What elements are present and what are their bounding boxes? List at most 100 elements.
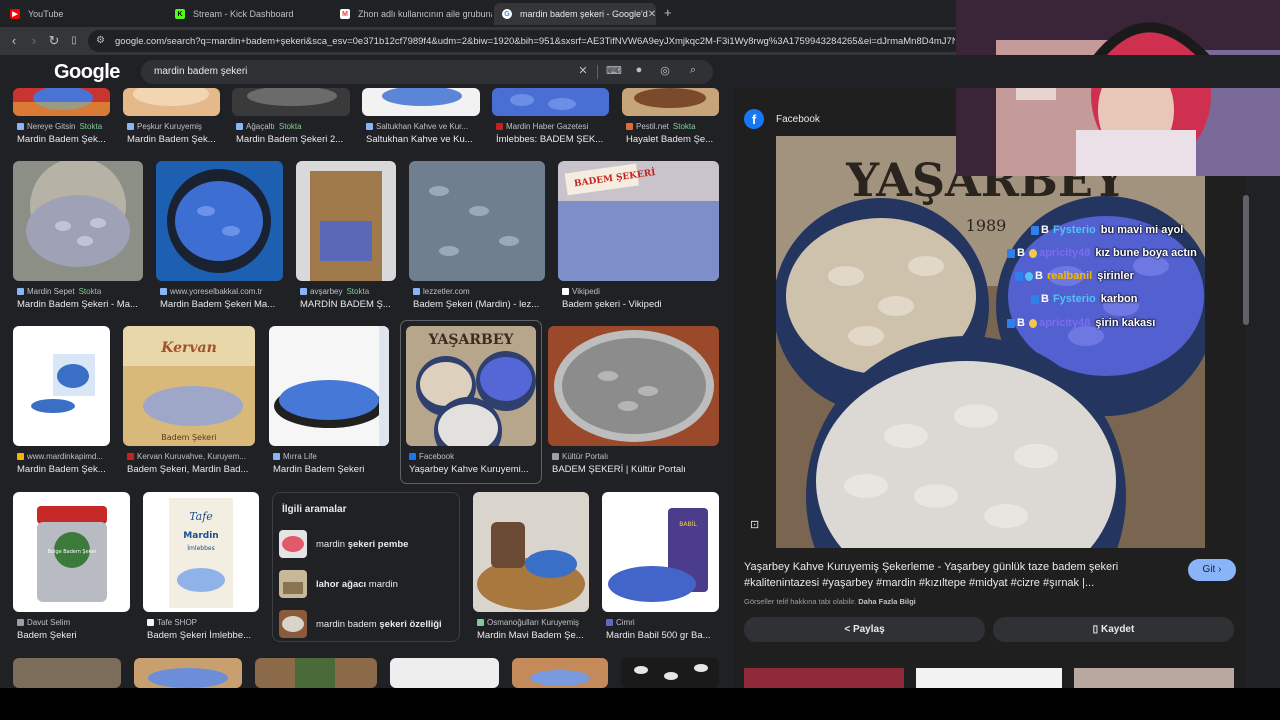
result-thumbnail[interactable]: YAŞARBEY: [406, 326, 536, 446]
result-card-selected[interactable]: YAŞARBEY Facebook Yaşarbey Kahve Kuruyem…: [400, 320, 542, 484]
tab-kick[interactable]: K Stream - Kick Dashboard: [167, 3, 332, 25]
result-thumbnail[interactable]: [409, 161, 545, 281]
visit-button[interactable]: Git ›: [1188, 559, 1236, 581]
tab-youtube[interactable]: ▶ YouTube: [2, 3, 167, 25]
result-thumbnail[interactable]: Bolge Badem Şeker: [13, 492, 130, 612]
result-thumbnail[interactable]: Kervan Badem Şekeri: [123, 326, 255, 446]
result-title[interactable]: Badem Şekeri (Mardin) - lez...: [413, 299, 549, 310]
result-title[interactable]: Mardin Babil 500 gr Ba...: [606, 630, 723, 641]
more-images-strip[interactable]: [744, 664, 1236, 688]
address-bar[interactable]: ⚙ google.com/search?q=mardin+badem+şeker…: [88, 30, 968, 52]
chat-user: apricity48: [1038, 317, 1091, 329]
result-source: Kervan Kuruvahve, Kuruyem...: [127, 452, 246, 461]
result-thumbnail[interactable]: [13, 658, 121, 688]
search-input[interactable]: mardin badem şekeri: [154, 66, 247, 77]
lens-search-icon[interactable]: ⊡: [750, 518, 759, 531]
related-item[interactable]: mardin şekeri pembe: [279, 529, 455, 559]
image-city-text: Mardin: [183, 531, 218, 541]
more-info-link[interactable]: Daha Fazla Bilgi: [858, 597, 916, 606]
result-thumbnail[interactable]: [13, 88, 110, 116]
preview-source[interactable]: f Facebook: [744, 109, 820, 129]
result-thumbnail[interactable]: Tafe Mardin İmlebbes: [143, 492, 259, 612]
result-thumbnail[interactable]: [13, 161, 143, 281]
result-thumbnail[interactable]: [232, 88, 350, 116]
microphone-icon[interactable]: ●: [631, 64, 647, 76]
result-title[interactable]: İmlebbes: BADEM ŞEK...: [496, 134, 613, 145]
lens-camera-icon[interactable]: ◎: [657, 64, 673, 77]
new-tab-icon[interactable]: +: [664, 5, 672, 20]
result-source: avşarbey Stokta: [300, 287, 369, 296]
related-item[interactable]: mardin badem şekeri özelliği: [279, 609, 455, 639]
share-button[interactable]: < Paylaş: [744, 617, 985, 642]
result-title[interactable]: Hayalet Badem Şe...: [626, 134, 723, 145]
result-thumbnail[interactable]: [156, 161, 283, 281]
search-box[interactable]: mardin badem şekeri ✕ ⌨ ● ◎ ⌕: [141, 60, 713, 84]
image-preview-panel: f Facebook YAŞARBEY 1989 ⊡ Yaşarbey Kahv…: [734, 88, 1246, 688]
related-text: mardin şekeri pembe: [316, 539, 409, 550]
result-thumbnail[interactable]: [13, 326, 110, 446]
result-thumbnail[interactable]: [621, 658, 719, 688]
back-arrow-icon[interactable]: ‹: [5, 32, 23, 50]
result-title[interactable]: Mardin Badem Şekeri 2...: [236, 134, 354, 145]
divider: [597, 65, 598, 79]
result-title[interactable]: Mardin Badem Şek...: [127, 134, 224, 145]
result-thumbnail[interactable]: [255, 658, 377, 688]
chat-message: B Fysterio bu mavi mi ayol: [1031, 224, 1183, 236]
result-title[interactable]: Badem Şekeri İmlebbe...: [147, 630, 263, 641]
chat-message: Bapricity48 kız bune boya actın: [1007, 247, 1197, 259]
result-title[interactable]: Mardin Badem Şekeri - Ma...: [17, 299, 147, 310]
result-source: Saltukhan Kahve ve Kur...: [366, 122, 468, 131]
preview-title[interactable]: Yaşarbey Kahve Kuruyemiş Şekerleme - Yaş…: [744, 559, 1174, 591]
reload-icon[interactable]: ↻: [45, 32, 63, 50]
result-title[interactable]: Mardin Mavi Badem Şe...: [477, 630, 593, 641]
keyboard-icon[interactable]: ⌨: [606, 64, 622, 77]
result-title[interactable]: Saltukhan Kahve ve Ku...: [366, 134, 484, 145]
result-source: Davut Selim: [17, 618, 70, 627]
tab-google-search[interactable]: G mardin badem şekeri - Google'd ✕: [494, 3, 656, 25]
result-thumbnail[interactable]: [548, 326, 719, 446]
result-thumbnail[interactable]: [134, 658, 242, 688]
share-icon: <: [844, 624, 851, 635]
tab-close-icon[interactable]: ✕: [648, 9, 656, 20]
related-item[interactable]: lahor ağacı mardin: [279, 569, 455, 599]
result-source: Ağaçaltı Stokta: [236, 122, 302, 131]
result-title[interactable]: Mardin Badem Şek...: [17, 134, 114, 145]
result-title[interactable]: BADEM ŞEKERİ | Kültür Portalı: [552, 464, 723, 475]
result-thumbnail[interactable]: BABİL: [602, 492, 719, 612]
chat-message: Brealbanil şirinler: [1015, 270, 1134, 282]
search-icon[interactable]: ⌕: [685, 64, 701, 77]
clear-icon[interactable]: ✕: [575, 64, 591, 77]
result-thumbnail[interactable]: [362, 88, 480, 116]
result-thumbnail[interactable]: [296, 161, 396, 281]
result-title[interactable]: Yaşarbey Kahve Kuruyemi...: [409, 464, 533, 475]
result-title[interactable]: MARDİN BADEM Ş...: [300, 299, 400, 310]
result-source: Osmanoğulları Kuruyemiş: [477, 618, 579, 627]
result-title[interactable]: Mardin Badem Şekeri Ma...: [160, 299, 287, 310]
result-thumbnail[interactable]: [512, 658, 608, 688]
scrollbar-thumb[interactable]: [1243, 195, 1249, 325]
result-thumbnail[interactable]: [473, 492, 589, 612]
result-source: Tafe SHOP: [147, 618, 197, 627]
result-title[interactable]: Badem Şekeri, Mardin Bad...: [127, 464, 259, 475]
result-thumbnail[interactable]: BADEM ŞEKERİ: [558, 161, 719, 281]
result-thumbnail[interactable]: [269, 326, 389, 446]
bottom-bar: [0, 688, 1280, 720]
google-logo[interactable]: Google: [54, 61, 120, 84]
site-info-icon[interactable]: ⚙: [96, 35, 105, 46]
youtube-icon: ▶: [10, 9, 20, 19]
preview-image[interactable]: YAŞARBEY 1989: [776, 136, 1205, 548]
result-title[interactable]: Badem Şekeri: [17, 630, 134, 641]
preview-scrollbar[interactable]: [1242, 88, 1250, 688]
tab-gmail[interactable]: M Zhon adlı kullanıcının aile grubuna k: [332, 3, 492, 25]
result-thumbnail[interactable]: [390, 658, 499, 688]
forward-arrow-icon[interactable]: ›: [25, 32, 43, 50]
result-title[interactable]: Mardin Badem Şekeri: [273, 464, 393, 475]
bookmark-icon[interactable]: ▯: [65, 32, 83, 50]
result-title[interactable]: Mardin Badem Şek...: [17, 464, 114, 475]
result-thumbnail[interactable]: [622, 88, 719, 116]
result-thumbnail[interactable]: [492, 88, 609, 116]
result-title[interactable]: Badem şekeri - Vikipedi: [562, 299, 723, 310]
result-thumbnail[interactable]: [123, 88, 220, 116]
save-button[interactable]: ▯ Kaydet: [993, 617, 1234, 642]
facebook-icon: f: [744, 109, 764, 129]
